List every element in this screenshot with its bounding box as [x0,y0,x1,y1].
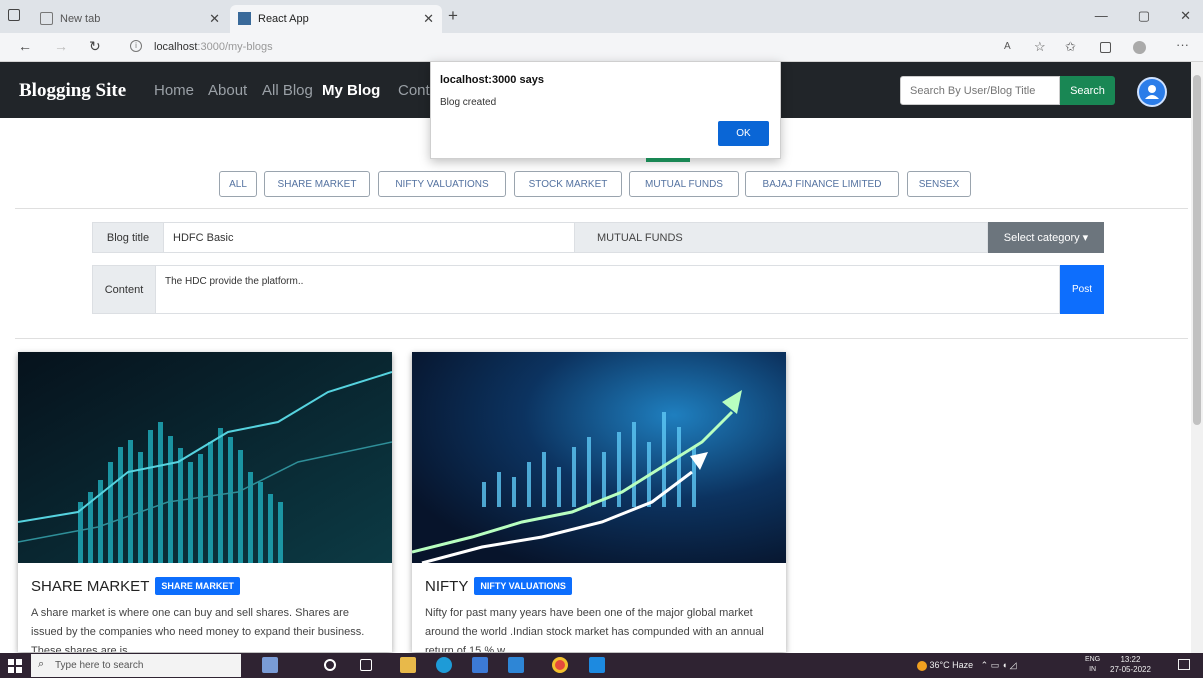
taskbar: ⌕ Type here to search 36°C Haze ⌃ ▭ ◖ ◿ … [0,653,1203,678]
tab-label: React App [258,13,309,25]
category-field: MUTUAL FUNDS [574,222,988,253]
content-textarea[interactable]: The HDC provide the platform.. [155,265,1060,314]
category-nifty-valuations[interactable]: NIFTY VALUATIONS [378,171,506,197]
info-icon: i [130,40,142,52]
alert-dialog: localhost:3000 says Blog created OK [430,61,781,159]
card-title-row: NIFTY NIFTY VALUATIONS [425,577,572,595]
card-badge: NIFTY VALUATIONS [474,577,572,595]
close-tab-icon[interactable]: ✕ [423,11,434,27]
browser-tab-bar: New tab ✕ React App ✕ + — ▢ ✕ [0,0,1203,33]
card-title: SHARE MARKET [31,577,150,595]
dialog-message: Blog created [440,97,497,108]
address-bar: ← → ↻ i localhost:3000/my-blogs A ☆ ✩ ··… [0,33,1203,62]
blog-title-input[interactable]: HDFC Basic [163,222,575,253]
collections-icon[interactable] [1100,42,1111,53]
category-stock-market[interactable]: STOCK MARKET [514,171,622,197]
file-explorer-icon[interactable] [400,657,416,673]
time: 13:22 [1120,655,1141,664]
card-badge: SHARE MARKET [155,577,240,595]
clock[interactable]: 13:22 27-05-2022 [1110,655,1151,675]
read-aloud-icon[interactable]: A [1004,41,1011,52]
select-category-dropdown[interactable]: Select category ▾ [988,222,1104,253]
dialog-ok-button[interactable]: OK [718,121,769,146]
nav-all-blog[interactable]: All Blog [262,82,313,99]
tab-react-app[interactable]: React App ✕ [230,5,442,33]
search-input[interactable] [900,76,1060,105]
restore-button[interactable]: ▢ [1138,8,1150,24]
forward-icon[interactable]: → [54,38,68,54]
card-title-row: SHARE MARKET SHARE MARKET [31,577,240,595]
content-label: Content [92,265,156,314]
favorite-add-icon[interactable]: ☆ [1034,39,1046,55]
blog-title-label: Blog title [92,222,164,253]
back-icon[interactable]: ← [18,38,32,54]
search-button[interactable]: Search [1060,76,1115,105]
nav-about[interactable]: About [208,82,247,99]
cortana-icon[interactable] [324,659,336,671]
react-app-favicon [238,12,251,25]
task-view-icon[interactable] [360,659,372,671]
minimize-button[interactable]: — [1095,8,1108,24]
widget-icon[interactable] [262,657,278,673]
tab-label: New tab [60,13,101,25]
post-button[interactable]: Post [1060,265,1104,314]
favorites-icon[interactable]: ✩ [1065,39,1076,55]
vscode-icon[interactable] [589,657,605,673]
brand-logo[interactable]: Blogging Site [19,80,126,102]
system-tray: 36°C Haze ⌃ ▭ ◖ ◿ [917,660,1017,671]
nav-home[interactable]: Home [154,82,194,99]
scrollbar-thumb[interactable] [1193,75,1201,425]
new-tab-button[interactable]: + [448,6,458,26]
close-window-button[interactable]: ✕ [1180,8,1191,24]
user-avatar-icon[interactable] [1137,77,1167,107]
language-indicator[interactable]: ENG IN [1085,655,1100,675]
url-path: :3000/my-blogs [197,41,273,53]
category-bajaj-finance[interactable]: BAJAJ FINANCE LIMITED [745,171,899,197]
taskbar-search-input[interactable]: ⌕ Type here to search [31,654,241,677]
card-title: NIFTY [425,577,469,595]
close-tab-icon[interactable]: ✕ [209,11,220,27]
nifty-chart-image [412,352,786,563]
profile-icon[interactable] [1133,41,1146,54]
share-market-chart-image [18,352,392,563]
card-text: Nifty for past many years have been one … [425,607,764,652]
nav-contact[interactable]: Cont [398,82,430,99]
divider [15,208,1188,209]
card-text: A share market is where one can buy and … [31,607,365,652]
notification-icon[interactable] [1178,659,1190,670]
divider [15,338,1188,339]
url-host: localhost [154,41,198,53]
weather-icon [917,660,927,671]
weather-text[interactable]: 36°C Haze [930,660,974,670]
blog-card[interactable]: SHARE MARKET SHARE MARKET A share market… [18,352,392,652]
store-icon[interactable] [472,657,488,673]
category-share-market[interactable]: SHARE MARKET [264,171,370,197]
more-icon[interactable]: ··· [1176,37,1189,52]
blog-card[interactable]: NIFTY NIFTY VALUATIONS Nifty for past ma… [412,352,786,652]
category-mutual-funds[interactable]: MUTUAL FUNDS [629,171,739,197]
search-icon: ⌕ [38,658,45,670]
chrome-icon[interactable] [552,657,568,673]
url-field[interactable]: localhost:3000/my-blogs [154,41,273,53]
new-tab-icon [40,12,53,25]
window-controls: — ▢ ✕ [1095,8,1191,24]
windows-start-icon[interactable] [8,659,22,673]
hidden-button-edge [646,158,690,162]
edge-icon[interactable] [436,657,452,673]
taskbar-search-placeholder: Type here to search [55,660,144,671]
tab-actions-icon[interactable] [8,9,20,21]
date: 27-05-2022 [1110,665,1151,674]
category-sensex[interactable]: SENSEX [907,171,971,197]
tab-new-tab[interactable]: New tab ✕ [32,5,228,33]
refresh-icon[interactable]: ↻ [89,38,101,55]
dialog-title: localhost:3000 says [440,74,544,86]
lang-code: ENG [1085,656,1101,663]
nav-my-blog[interactable]: My Blog [322,82,380,99]
category-all[interactable]: ALL [219,171,257,197]
mail-icon[interactable] [508,657,524,673]
tray-icons[interactable]: ⌃ ▭ ◖ ◿ [976,660,1017,670]
region-code: IN [1089,666,1097,673]
